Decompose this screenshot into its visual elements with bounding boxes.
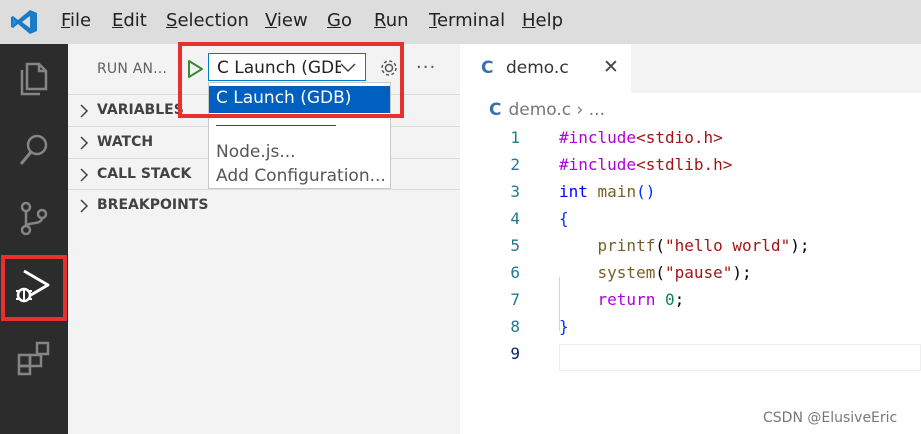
highlight-box-config xyxy=(178,42,404,118)
code-line[interactable]: 6 system("pause"); xyxy=(460,260,921,287)
dropdown-option-add-config[interactable]: Add Configuration... xyxy=(209,166,390,186)
breadcrumb-file: demo.c xyxy=(508,100,572,120)
menu-terminal[interactable]: Terminal xyxy=(429,10,505,31)
menu-selection[interactable]: Selection xyxy=(166,10,249,31)
code-text: return 0; xyxy=(597,290,685,309)
line-number: 1 xyxy=(510,128,520,147)
explorer-icon xyxy=(20,62,48,96)
breadcrumb[interactable]: Cdemo.c › ... xyxy=(489,100,605,120)
code-text: { xyxy=(559,209,569,228)
close-icon[interactable]: ✕ xyxy=(603,56,619,78)
menu-help[interactable]: Help xyxy=(522,10,563,31)
activity-source-control[interactable] xyxy=(0,186,68,246)
search-icon xyxy=(19,134,48,165)
chevron-right-icon xyxy=(80,168,89,182)
activity-explorer[interactable] xyxy=(0,46,68,106)
tab-demo-c[interactable]: C demo.c ✕ xyxy=(460,44,631,93)
line-number: 6 xyxy=(510,263,520,282)
line-number: 3 xyxy=(510,182,520,201)
chevron-right-icon xyxy=(80,199,89,213)
code-line[interactable]: 2 #include<stdlib.h> xyxy=(460,152,921,179)
code-text: #include<stdlib.h> xyxy=(559,155,733,174)
tab-label: demo.c xyxy=(506,58,569,78)
menu-run[interactable]: Run xyxy=(374,10,409,31)
dropdown-separator xyxy=(216,125,336,126)
line-number: 4 xyxy=(510,209,520,228)
sidebar-title: RUN AN... xyxy=(97,61,168,77)
line-number: 7 xyxy=(510,290,520,309)
vscode-logo-icon xyxy=(11,10,37,34)
code-line[interactable]: 4 { xyxy=(460,206,921,233)
code-line[interactable]: 1 #include<stdio.h> xyxy=(460,125,921,152)
code-line[interactable]: 3 int main() xyxy=(460,179,921,206)
editor-area: C demo.c ✕ Cdemo.c › ... 1 #include<stdi… xyxy=(460,44,921,434)
code-line[interactable]: 8 } xyxy=(460,314,921,341)
activity-search[interactable] xyxy=(0,118,68,178)
code-line[interactable]: 9 xyxy=(460,341,921,368)
dropdown-option-nodejs[interactable]: Node.js... xyxy=(209,142,390,162)
line-number: 2 xyxy=(510,155,520,174)
breadcrumb-rest: › ... xyxy=(571,100,605,120)
chevron-right-icon xyxy=(80,136,89,150)
section-breakpoints[interactable]: BREAKPOINTS xyxy=(68,189,460,221)
line-number: 5 xyxy=(510,236,520,255)
watermark: CSDN @ElusiveEric xyxy=(763,410,898,426)
code-text: #include<stdio.h> xyxy=(559,128,723,147)
c-file-icon: C xyxy=(489,100,502,120)
menu-file[interactable]: File xyxy=(61,10,91,31)
highlight-box-run-debug xyxy=(1,255,67,321)
extensions-icon xyxy=(17,341,50,376)
menu-view[interactable]: View xyxy=(265,10,308,31)
code-text: printf("hello world"); xyxy=(597,236,810,255)
tabs-bar-empty xyxy=(631,44,921,93)
more-actions-button[interactable]: ··· xyxy=(416,57,436,78)
chevron-right-icon xyxy=(80,104,89,118)
menu-go[interactable]: Go xyxy=(327,10,352,31)
menu-edit[interactable]: Edit xyxy=(112,10,147,31)
code-line[interactable]: 7 return 0; xyxy=(460,287,921,314)
source-control-icon xyxy=(20,201,48,236)
code-text: system("pause"); xyxy=(597,263,752,282)
menu-bar: File Edit Selection View Go Run Terminal… xyxy=(0,0,921,44)
line-number: 8 xyxy=(510,317,520,336)
activity-extensions[interactable] xyxy=(0,326,68,386)
code-text: int main() xyxy=(559,182,656,201)
c-file-icon: C xyxy=(481,58,494,78)
run-debug-sidebar: RUN AN... C Launch (GDB) ··· VARIABLES W… xyxy=(68,42,460,434)
line-number: 9 xyxy=(510,344,520,363)
code-text: } xyxy=(559,317,569,336)
code-line[interactable]: 5 printf("hello world"); xyxy=(460,233,921,260)
activity-bar xyxy=(0,44,68,434)
